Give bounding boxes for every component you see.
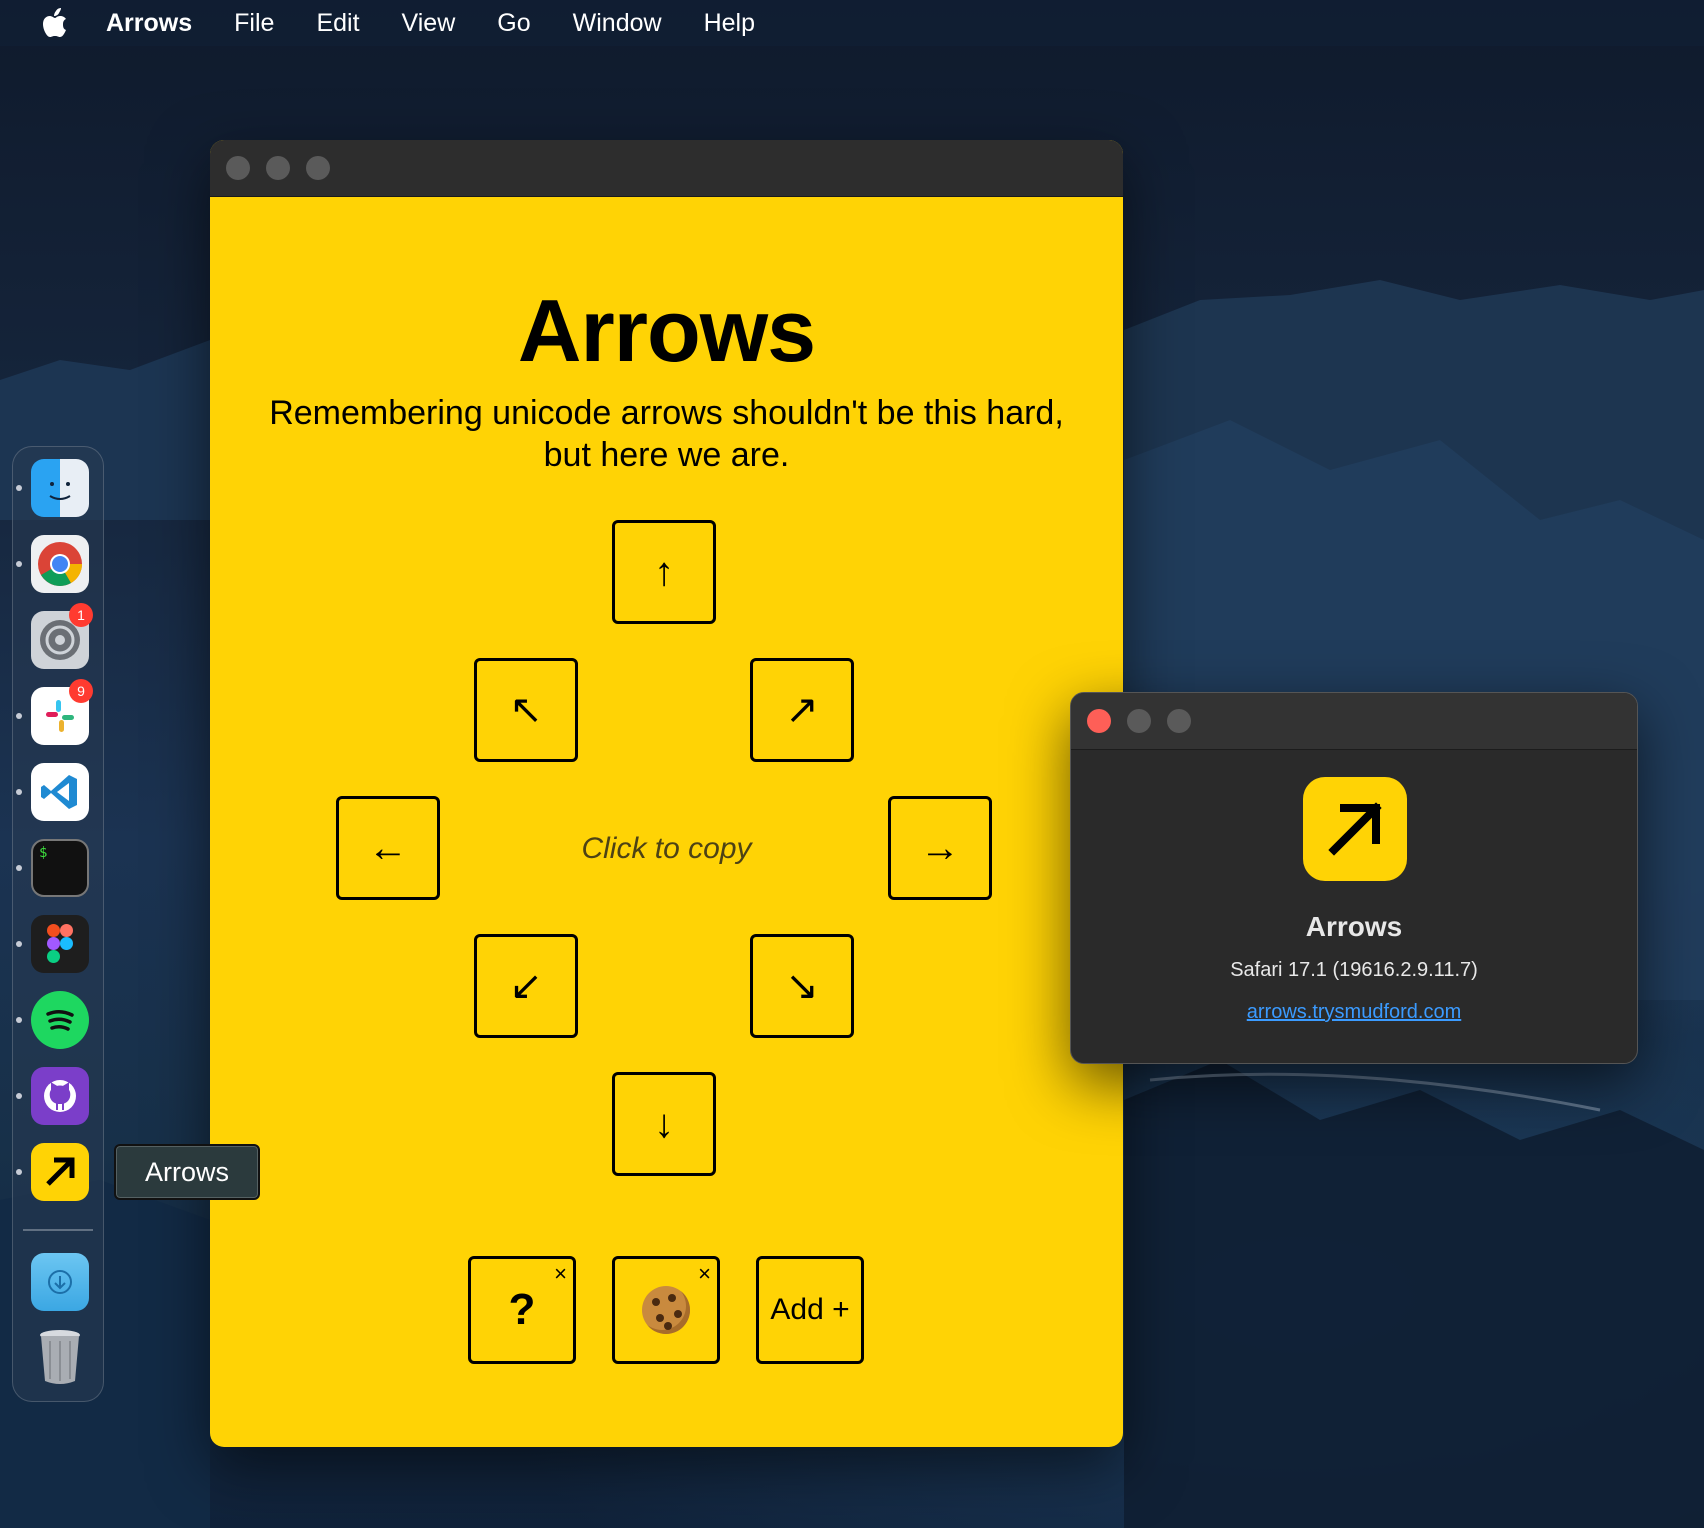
about-zoom-button[interactable]	[1167, 709, 1191, 733]
github-desktop-icon[interactable]	[31, 1067, 89, 1125]
arrow-up-icon: ↑	[654, 549, 674, 594]
dock: 1 9 $	[12, 446, 104, 1402]
dock-separator	[23, 1229, 93, 1231]
system-settings-badge: 1	[69, 603, 93, 627]
arrow-down-left-icon: ↙	[509, 964, 543, 1008]
tagline-line-2: but here we are.	[543, 436, 790, 474]
add-custom-button[interactable]: Add +	[756, 1256, 864, 1364]
menu-go[interactable]: Go	[497, 9, 530, 38]
running-indicator	[16, 789, 22, 795]
remove-cookie-button[interactable]: ×	[698, 1261, 711, 1287]
zoom-button[interactable]	[306, 156, 330, 180]
running-indicator	[16, 1169, 22, 1175]
arrow-up-left-button[interactable]: ↖	[474, 658, 578, 762]
menu-view[interactable]: View	[402, 9, 456, 38]
figma-icon[interactable]	[31, 915, 89, 973]
menu-help[interactable]: Help	[704, 9, 755, 38]
main-window-titlebar[interactable]	[210, 140, 1123, 197]
arrow-down-right-icon: ↘	[785, 964, 819, 1008]
menu-app-name[interactable]: Arrows	[106, 9, 192, 38]
running-indicator	[16, 1093, 22, 1099]
about-window-titlebar[interactable]	[1071, 693, 1637, 750]
custom-question-button[interactable]: ? ×	[468, 1256, 576, 1364]
menu-edit[interactable]: Edit	[316, 9, 359, 38]
page-tagline: Remembering unicode arrows shouldn't be …	[210, 392, 1123, 476]
about-website-link[interactable]: arrows.trysmudford.com	[1071, 1001, 1637, 1024]
tagline-line-1: Remembering unicode arrows shouldn't be …	[269, 394, 1064, 432]
dock-tooltip: Arrows	[114, 1144, 260, 1200]
arrow-down-icon: ↓	[654, 1101, 674, 1146]
arrow-right-button[interactable]: →	[888, 796, 992, 900]
cookie-icon	[642, 1286, 690, 1334]
about-version: Safari 17.1 (19616.2.9.11.7)	[1230, 959, 1478, 981]
arrow-up-right-button[interactable]: ↗	[750, 658, 854, 762]
arrows-main-window: Arrows Remembering unicode arrows should…	[210, 140, 1123, 1447]
about-close-button[interactable]	[1087, 709, 1111, 733]
custom-cookie-button[interactable]: ×	[612, 1256, 720, 1364]
page-title: Arrows	[517, 281, 816, 380]
arrows-dock-icon[interactable]	[31, 1143, 89, 1201]
finder-icon[interactable]	[31, 459, 89, 517]
arrow-down-right-button[interactable]: ↘	[750, 934, 854, 1038]
arrow-up-left-icon: ↖	[509, 688, 543, 732]
arrow-right-icon: →	[920, 825, 960, 870]
add-button-label: Add +	[770, 1293, 850, 1326]
arrow-up-button[interactable]: ↑	[612, 520, 716, 624]
arrow-down-button[interactable]: ↓	[612, 1072, 716, 1176]
question-mark-glyph: ?	[508, 1285, 536, 1334]
arrows-app-icon	[1303, 777, 1407, 881]
close-button[interactable]	[226, 156, 250, 180]
trash-icon[interactable]	[31, 1327, 89, 1385]
running-indicator	[16, 1017, 22, 1023]
running-indicator	[16, 485, 22, 491]
about-window: Arrows Safari 17.1 (19616.2.9.11.7) arro…	[1070, 692, 1638, 1064]
menu-window[interactable]: Window	[573, 9, 662, 38]
menu-file[interactable]: File	[234, 9, 274, 38]
chrome-icon[interactable]	[31, 535, 89, 593]
apple-logo-icon[interactable]	[40, 7, 70, 39]
running-indicator	[16, 865, 22, 871]
minimize-button[interactable]	[266, 156, 290, 180]
about-minimize-button[interactable]	[1127, 709, 1151, 733]
spotify-icon[interactable]	[31, 991, 89, 1049]
downloads-folder-icon[interactable]	[31, 1253, 89, 1311]
remove-question-button[interactable]: ×	[554, 1261, 567, 1287]
running-indicator	[16, 941, 22, 947]
running-indicator	[16, 713, 22, 719]
vscode-icon[interactable]	[31, 763, 89, 821]
about-app-name: Arrows	[1305, 911, 1403, 942]
arrow-up-right-icon: ↗	[785, 688, 819, 732]
terminal-icon[interactable]: $	[31, 839, 89, 897]
running-indicator	[16, 561, 22, 567]
arrow-down-left-button[interactable]: ↙	[474, 934, 578, 1038]
menu-bar: Arrows File Edit View Go Window Help	[0, 0, 1704, 46]
slack-badge: 9	[69, 679, 93, 703]
